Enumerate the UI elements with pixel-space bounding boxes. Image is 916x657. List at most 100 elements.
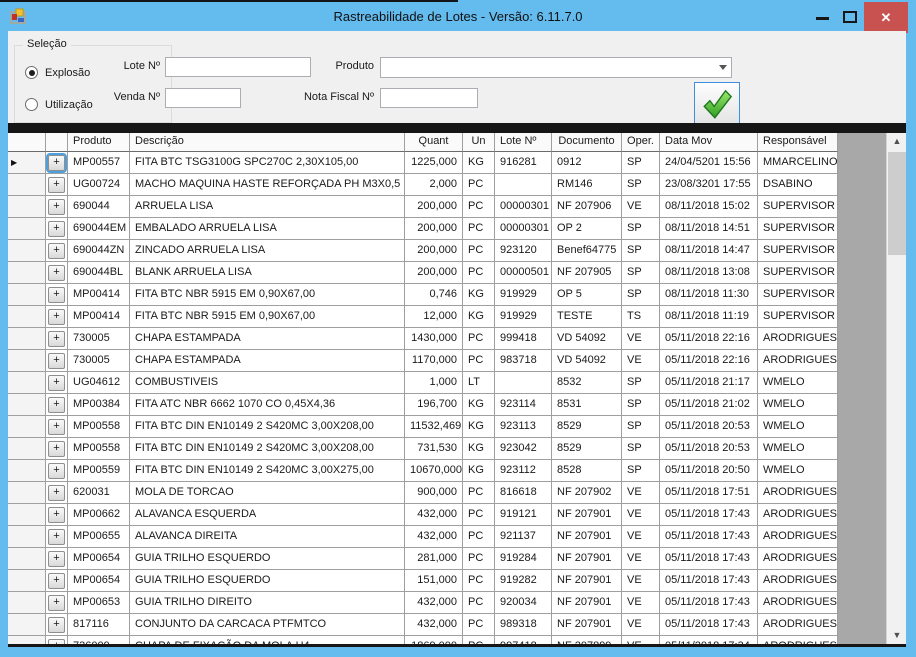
cell-documento[interactable]: NF 207901 xyxy=(552,592,622,614)
cell-lote[interactable]: 919282 xyxy=(495,570,552,592)
cell-quant[interactable]: 10670,000 xyxy=(405,460,463,482)
expand-button[interactable]: + xyxy=(48,331,65,347)
cell-un[interactable]: PC xyxy=(463,548,495,570)
cell-produto[interactable]: MP00384 xyxy=(68,394,130,416)
cell-quant[interactable]: 1,000 xyxy=(405,372,463,394)
expand-button[interactable]: + xyxy=(48,595,65,611)
expand-cell[interactable]: + xyxy=(46,350,68,372)
expand-button[interactable]: + xyxy=(48,463,65,479)
cell-quant[interactable]: 432,000 xyxy=(405,592,463,614)
cell-lote[interactable]: 916281 xyxy=(495,152,552,174)
expand-button[interactable]: + xyxy=(48,529,65,545)
cell-lote[interactable]: 00000301 xyxy=(495,196,552,218)
expand-button[interactable]: + xyxy=(48,441,65,457)
expand-cell[interactable]: + xyxy=(46,526,68,548)
cell-oper[interactable]: SP xyxy=(622,152,660,174)
cell-responsavel[interactable]: WMELO xyxy=(758,394,838,416)
cell-lote[interactable]: 919121 xyxy=(495,504,552,526)
cell-responsavel[interactable]: ARODRIGUES xyxy=(758,592,838,614)
row-selector-cell[interactable] xyxy=(8,284,46,306)
cell-documento[interactable]: NF 207899 xyxy=(552,636,622,644)
cell-un[interactable]: PC xyxy=(463,614,495,636)
row-selector-cell[interactable] xyxy=(8,174,46,196)
scroll-up-button[interactable]: ▲ xyxy=(887,133,906,150)
cell-documento[interactable]: 8529 xyxy=(552,416,622,438)
table-row[interactable]: + MP00559 FITA BTC DIN EN10149 2 S420MC … xyxy=(8,460,838,482)
row-selector-cell[interactable] xyxy=(8,394,46,416)
cell-oper[interactable]: SP xyxy=(622,262,660,284)
expand-cell[interactable]: + xyxy=(46,328,68,350)
row-selector-cell[interactable] xyxy=(8,526,46,548)
cell-data-mov[interactable]: 05/11/2018 17:43 xyxy=(660,592,758,614)
cell-produto[interactable]: 690044 xyxy=(68,196,130,218)
cell-data-mov[interactable]: 08/11/2018 14:51 xyxy=(660,218,758,240)
cell-descricao[interactable]: FITA BTC TSG3100G SPC270C 2,30X105,00 xyxy=(130,152,405,174)
cell-lote[interactable]: 816618 xyxy=(495,482,552,504)
cell-data-mov[interactable]: 05/11/2018 17:43 xyxy=(660,570,758,592)
cell-responsavel[interactable]: SUPERVISOR xyxy=(758,240,838,262)
cell-lote[interactable]: 919929 xyxy=(495,306,552,328)
row-selector-cell[interactable] xyxy=(8,328,46,350)
cell-quant[interactable]: 1225,000 xyxy=(405,152,463,174)
table-row[interactable]: + 730005 CHAPA ESTAMPADA 1170,000 PC 983… xyxy=(8,350,838,372)
cell-lote[interactable]: 923042 xyxy=(495,438,552,460)
cell-descricao[interactable]: ALAVANCA ESQUERDA xyxy=(130,504,405,526)
cell-data-mov[interactable]: 05/11/2018 17:43 xyxy=(660,548,758,570)
table-row[interactable]: + MP00662 ALAVANCA ESQUERDA 432,000 PC 9… xyxy=(8,504,838,526)
cell-documento[interactable]: Benef64775 xyxy=(552,240,622,262)
cell-descricao[interactable]: CONJUNTO DA CARCACA PTFMTCO xyxy=(130,614,405,636)
cell-documento[interactable]: NF 207901 xyxy=(552,570,622,592)
cell-un[interactable]: KG xyxy=(463,416,495,438)
cell-quant[interactable]: 2,000 xyxy=(405,174,463,196)
close-button[interactable]: ✕ xyxy=(864,2,908,33)
cell-descricao[interactable]: CHAPA ESTAMPADA xyxy=(130,328,405,350)
cell-lote[interactable]: 920034 xyxy=(495,592,552,614)
row-selector-cell[interactable] xyxy=(8,460,46,482)
cell-quant[interactable]: 196,700 xyxy=(405,394,463,416)
cell-oper[interactable]: VE xyxy=(622,548,660,570)
cell-oper[interactable]: VE xyxy=(622,196,660,218)
cell-data-mov[interactable]: 05/11/2018 17:43 xyxy=(660,526,758,548)
cell-data-mov[interactable]: 05/11/2018 21:17 xyxy=(660,372,758,394)
expand-cell[interactable]: + xyxy=(46,592,68,614)
expand-cell[interactable]: + xyxy=(46,482,68,504)
col-header-data-mov[interactable]: Data Mov xyxy=(660,133,758,152)
cell-data-mov[interactable]: 08/11/2018 11:30 xyxy=(660,284,758,306)
row-selector-cell[interactable] xyxy=(8,350,46,372)
expand-button[interactable]: + xyxy=(48,551,65,567)
radio-utilizacao[interactable]: Utilização xyxy=(25,98,93,111)
scrollbar-thumb[interactable] xyxy=(888,152,906,255)
cell-descricao[interactable]: FITA ATC NBR 6662 1070 CO 0,45X4,36 xyxy=(130,394,405,416)
cell-documento[interactable]: VD 54092 xyxy=(552,328,622,350)
cell-oper[interactable]: SP xyxy=(622,416,660,438)
cell-data-mov[interactable]: 05/11/2018 17:51 xyxy=(660,482,758,504)
produto-combobox[interactable] xyxy=(380,57,732,78)
cell-data-mov[interactable]: 08/11/2018 13:08 xyxy=(660,262,758,284)
cell-documento[interactable]: TESTE xyxy=(552,306,622,328)
cell-documento[interactable]: 8529 xyxy=(552,438,622,460)
cell-oper[interactable]: SP xyxy=(622,438,660,460)
cell-oper[interactable]: SP xyxy=(622,460,660,482)
cell-oper[interactable]: SP xyxy=(622,394,660,416)
cell-un[interactable]: KG xyxy=(463,438,495,460)
cell-data-mov[interactable]: 08/11/2018 14:47 xyxy=(660,240,758,262)
expand-cell[interactable]: + xyxy=(46,196,68,218)
cell-un[interactable]: LT xyxy=(463,372,495,394)
maximize-button[interactable] xyxy=(843,11,857,23)
col-header-produto[interactable]: Produto xyxy=(68,133,130,152)
cell-quant[interactable]: 200,000 xyxy=(405,218,463,240)
row-selector-cell[interactable]: ▶ xyxy=(8,152,46,174)
row-selector-cell[interactable] xyxy=(8,570,46,592)
cell-descricao[interactable]: ZINCADO ARRUELA LISA xyxy=(130,240,405,262)
cell-responsavel[interactable]: ARODRIGUES xyxy=(758,350,838,372)
cell-descricao[interactable]: BLANK ARRUELA LISA xyxy=(130,262,405,284)
cell-produto[interactable]: MP00558 xyxy=(68,416,130,438)
cell-documento[interactable]: VD 54092 xyxy=(552,350,622,372)
cell-responsavel[interactable]: ARODRIGUES xyxy=(758,526,838,548)
title-bar[interactable]: Rastreabilidade de Lotes - Versão: 6.11.… xyxy=(0,2,916,31)
cell-quant[interactable]: 1430,000 xyxy=(405,328,463,350)
cell-data-mov[interactable]: 08/11/2018 11:19 xyxy=(660,306,758,328)
cell-documento[interactable]: NF 207901 xyxy=(552,548,622,570)
cell-un[interactable]: KG xyxy=(463,460,495,482)
expand-button[interactable]: + xyxy=(48,353,65,369)
